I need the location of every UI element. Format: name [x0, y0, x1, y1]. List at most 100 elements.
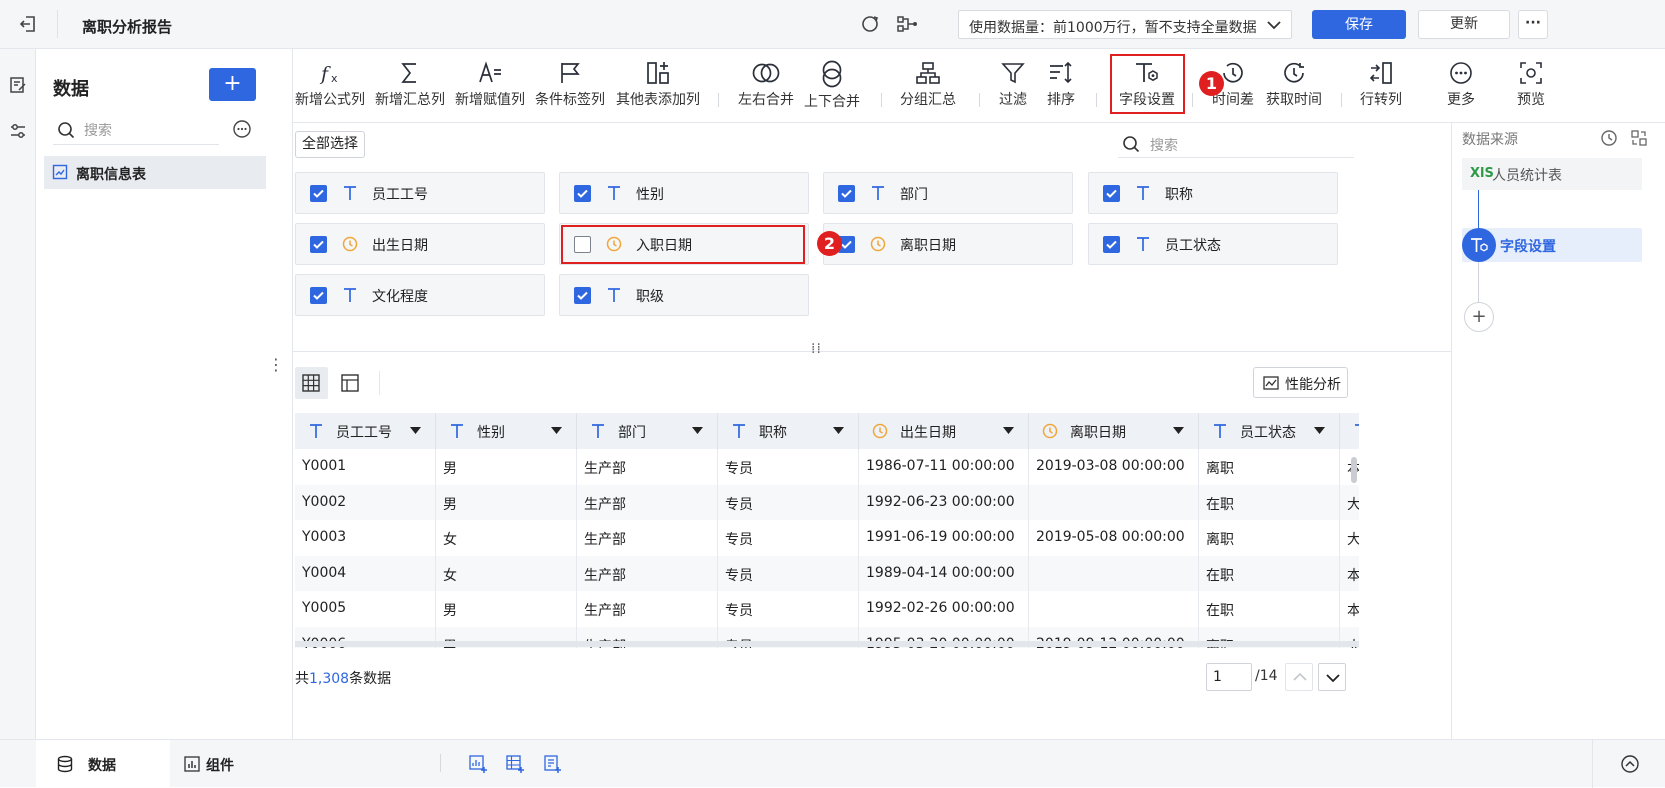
table-cell: 专员: [718, 591, 859, 628]
field-card[interactable]: 员工工号: [295, 172, 545, 214]
sort-caret-icon[interactable]: [692, 427, 703, 435]
data-search-field[interactable]: 搜索: [53, 115, 219, 145]
table-column-header[interactable]: 离职日期: [1029, 413, 1199, 449]
table-column-header[interactable]: [1340, 413, 1359, 449]
database-icon: [56, 755, 74, 773]
toolbar-preview[interactable]: 预览: [1501, 49, 1561, 123]
toolbar-divider: [979, 93, 980, 107]
save-button[interactable]: 保存: [1312, 10, 1406, 39]
checkbox-checked[interactable]: [574, 287, 591, 304]
sort-caret-icon[interactable]: [833, 427, 844, 435]
text-field-icon: [589, 422, 607, 440]
sort-caret-icon[interactable]: [551, 427, 562, 435]
more-options-icon[interactable]: [232, 119, 252, 139]
preview-icon: [1501, 60, 1561, 86]
horizontal-scrollbar[interactable]: [295, 641, 1359, 647]
field-card[interactable]: 文化程度: [295, 274, 545, 316]
field-card[interactable]: 部门: [823, 172, 1073, 214]
table-column-header[interactable]: 员工状态: [1199, 413, 1340, 449]
next-page-button[interactable]: [1318, 663, 1346, 691]
data-edit-icon[interactable]: [8, 75, 28, 95]
table-column-header[interactable]: 职称: [718, 413, 859, 449]
table-cell: 专员: [718, 449, 859, 486]
panel-resize-handle[interactable]: ⋮: [268, 357, 284, 373]
search-placeholder: 搜索: [1150, 138, 1178, 154]
refresh-icon[interactable]: [860, 14, 880, 34]
toolbar-row-to-column[interactable]: 行转列: [1351, 49, 1411, 123]
add-table-icon[interactable]: [505, 754, 525, 774]
add-step-button[interactable]: +: [1464, 302, 1494, 332]
field-card-label: 出生日期: [372, 238, 428, 254]
page-input[interactable]: 1: [1206, 663, 1252, 691]
lineage-icon[interactable]: [896, 14, 918, 34]
toolbar-new-summary-column[interactable]: 新增汇总列: [375, 49, 445, 123]
checkbox-checked[interactable]: [574, 185, 591, 202]
select-all-button[interactable]: 全部选择: [295, 131, 365, 158]
bar-chart-icon: [184, 756, 200, 772]
data-item-resign-table[interactable]: 离职信息表: [44, 156, 266, 189]
tab-data[interactable]: 数据: [36, 740, 170, 788]
toolbar-get-time[interactable]: 获取时间: [1259, 49, 1329, 123]
field-card[interactable]: 员工状态: [1088, 223, 1338, 265]
add-report-icon[interactable]: [542, 754, 562, 774]
field-card[interactable]: 职级: [559, 274, 809, 316]
exit-icon[interactable]: [18, 14, 38, 34]
checkbox-checked[interactable]: [310, 236, 327, 253]
collapse-up-icon[interactable]: [1620, 754, 1640, 774]
more-button[interactable]: ···: [1518, 10, 1548, 39]
checkbox-checked[interactable]: [1103, 236, 1120, 253]
table-cell: 本: [1340, 555, 1359, 593]
grid-view-button[interactable]: [295, 367, 328, 399]
sort-caret-icon[interactable]: [1173, 427, 1184, 435]
tab-component[interactable]: 组件: [170, 740, 290, 788]
add-component-icon[interactable]: [468, 754, 488, 774]
step-field-settings[interactable]: 字段设置: [1462, 228, 1642, 262]
search-placeholder: 搜索: [84, 123, 112, 139]
toolbar-more[interactable]: 更多: [1431, 49, 1491, 123]
data-source-item[interactable]: XlS 人员统计表: [1462, 158, 1642, 190]
add-data-button[interactable]: +: [209, 68, 256, 101]
toolbar-new-formula-column[interactable]: fx 新增公式列: [295, 49, 365, 123]
divider: [57, 10, 58, 38]
step-badge-2: 2: [817, 231, 842, 256]
settings-sliders-icon[interactable]: [8, 121, 28, 141]
tab-data-label: 数据: [88, 758, 116, 774]
table-column-header[interactable]: 部门: [577, 413, 718, 449]
toolbar-divider: [718, 93, 719, 107]
sort-caret-icon[interactable]: [1314, 427, 1325, 435]
table-column-header[interactable]: 出生日期: [859, 413, 1029, 449]
toolbar-group-summary[interactable]: 分组汇总: [893, 49, 963, 123]
sort-caret-icon[interactable]: [1003, 427, 1014, 435]
field-search-input[interactable]: 搜索: [1118, 131, 1354, 158]
drag-handle-icon[interactable]: ⁞⁞: [811, 341, 822, 357]
data-panel: 数据 + 搜索 离职信息表 ⋮: [36, 49, 293, 739]
checkbox-checked[interactable]: [1103, 185, 1120, 202]
field-card[interactable]: 职称: [1088, 172, 1338, 214]
history-icon[interactable]: [1600, 129, 1618, 147]
table-column-header[interactable]: 员工工号: [295, 413, 436, 449]
field-card[interactable]: 性别: [559, 172, 809, 214]
layout-icon: [341, 374, 359, 392]
toolbar-other-table-add-column[interactable]: 其他表添加列: [615, 49, 701, 123]
data-limit-select[interactable]: 使用数据量：前1000万行，暂不支持全量数据: [958, 10, 1292, 39]
layout-view-button[interactable]: [334, 367, 367, 399]
checkbox-checked[interactable]: [838, 185, 855, 202]
update-button[interactable]: 更新: [1418, 10, 1510, 39]
toolbar-merge-horizontal[interactable]: 左右合并: [731, 49, 801, 123]
sort-caret-icon[interactable]: [410, 427, 421, 435]
layout-switch-icon[interactable]: [1630, 129, 1648, 147]
toolbar-merge-vertical[interactable]: 上下合并: [797, 49, 867, 123]
field-card[interactable]: 离职日期: [823, 223, 1073, 265]
field-card[interactable]: 出生日期: [295, 223, 545, 265]
table-column-header[interactable]: 性别: [436, 413, 577, 449]
checkbox-checked[interactable]: [310, 287, 327, 304]
toolbar-new-assign-column[interactable]: 新增赋值列: [455, 49, 525, 123]
checkbox-checked[interactable]: [310, 185, 327, 202]
table-cell: 在职: [1199, 484, 1340, 522]
vertical-scrollbar[interactable]: [1351, 457, 1357, 483]
toolbar-condition-tag-column[interactable]: 条件标签列: [535, 49, 605, 123]
perf-analysis-button[interactable]: 性能分析: [1253, 367, 1348, 398]
toolbar-filter[interactable]: 过滤: [989, 49, 1037, 123]
toolbar-sort[interactable]: 排序: [1037, 49, 1085, 123]
prev-page-button[interactable]: [1285, 663, 1313, 691]
